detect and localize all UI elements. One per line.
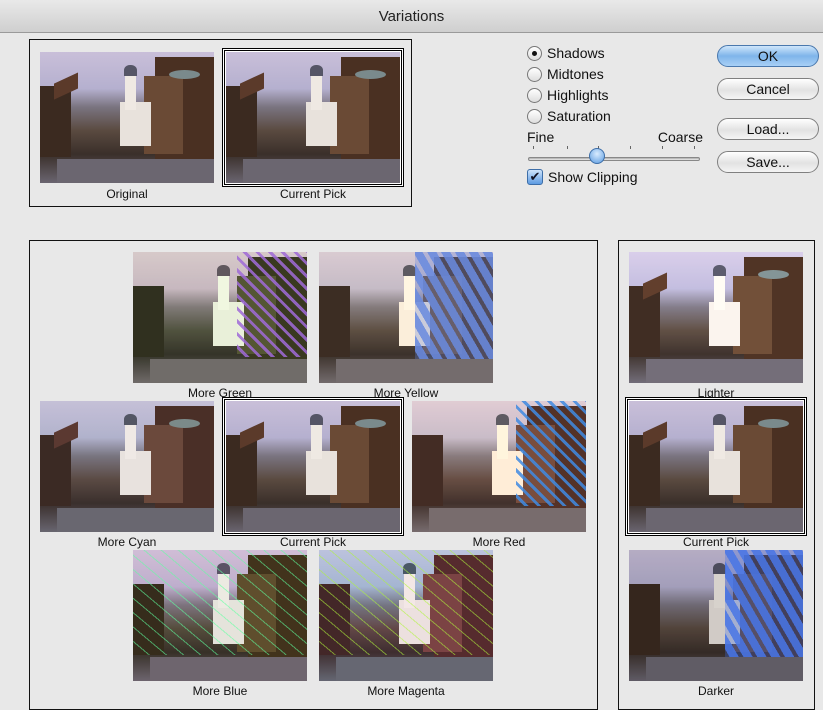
radio-shadows[interactable]: Shadows bbox=[527, 43, 605, 63]
original-caption: Original bbox=[106, 187, 148, 201]
slider-coarse-label: Coarse bbox=[657, 129, 703, 145]
radio-indicator[interactable] bbox=[527, 66, 542, 82]
slider-tick bbox=[567, 146, 568, 149]
lighter-thumbnail[interactable] bbox=[629, 252, 803, 383]
ok-button[interactable]: OK bbox=[717, 45, 819, 67]
radio-indicator[interactable] bbox=[527, 108, 542, 124]
window-titlebar: Variations bbox=[0, 0, 823, 33]
radio-indicator[interactable] bbox=[527, 87, 542, 103]
current-pick-thumbnail-top bbox=[224, 50, 402, 185]
current-pick-caption-brightness: Current Pick bbox=[682, 535, 750, 549]
radio-highlights-label: Highlights bbox=[547, 87, 609, 103]
show-clipping-label: Show Clipping bbox=[548, 169, 638, 185]
more-green-thumbnail[interactable] bbox=[133, 252, 307, 383]
current-pick-caption-top: Current Pick bbox=[279, 187, 347, 201]
radio-indicator[interactable] bbox=[527, 45, 542, 61]
darker-thumbnail[interactable] bbox=[629, 550, 803, 681]
slider-tick bbox=[630, 146, 631, 149]
more-magenta-thumbnail[interactable] bbox=[319, 550, 493, 681]
fine-coarse-slider-track[interactable] bbox=[528, 157, 700, 161]
more-red-caption: More Red bbox=[472, 535, 526, 549]
more-red-thumbnail[interactable] bbox=[412, 401, 586, 532]
show-clipping-checkbox-row[interactable]: ✔ Show Clipping bbox=[527, 169, 638, 185]
slider-tick bbox=[662, 146, 663, 149]
original-thumbnail bbox=[40, 52, 214, 183]
current-pick-thumbnail-brightness bbox=[627, 399, 805, 534]
window-title: Variations bbox=[378, 8, 445, 25]
slider-fine-label: Fine bbox=[527, 129, 555, 145]
lighter-caption: Lighter bbox=[697, 386, 735, 400]
radio-saturation-label: Saturation bbox=[547, 108, 611, 124]
more-green-caption: More Green bbox=[187, 386, 253, 400]
darker-caption: Darker bbox=[697, 684, 734, 698]
radio-midtones[interactable]: Midtones bbox=[527, 64, 604, 84]
current-pick-caption-color: Current Pick bbox=[279, 535, 347, 549]
more-yellow-caption: More Yellow bbox=[373, 386, 439, 400]
fine-coarse-slider-thumb[interactable] bbox=[588, 148, 605, 164]
show-clipping-checkbox[interactable]: ✔ bbox=[527, 169, 543, 185]
radio-midtones-label: Midtones bbox=[547, 66, 604, 82]
radio-highlights[interactable]: Highlights bbox=[527, 85, 608, 105]
more-cyan-thumbnail[interactable] bbox=[40, 401, 214, 532]
slider-labels: Fine Coarse bbox=[527, 129, 703, 145]
save-button[interactable]: Save... bbox=[717, 151, 819, 173]
more-yellow-thumbnail[interactable] bbox=[319, 252, 493, 383]
more-magenta-caption: More Magenta bbox=[367, 684, 445, 698]
variations-dialog: Original Current Pick Shadows Midtones H… bbox=[0, 33, 823, 710]
current-pick-thumbnail-color bbox=[224, 399, 402, 534]
more-blue-caption: More Blue bbox=[192, 684, 248, 698]
load-button[interactable]: Load... bbox=[717, 118, 819, 140]
more-blue-thumbnail[interactable] bbox=[133, 550, 307, 681]
radio-shadows-label: Shadows bbox=[547, 45, 605, 61]
slider-tick bbox=[533, 146, 534, 149]
slider-tick bbox=[694, 146, 695, 149]
more-cyan-caption: More Cyan bbox=[97, 535, 157, 549]
cancel-button[interactable]: Cancel bbox=[717, 78, 819, 100]
radio-saturation[interactable]: Saturation bbox=[527, 106, 611, 126]
